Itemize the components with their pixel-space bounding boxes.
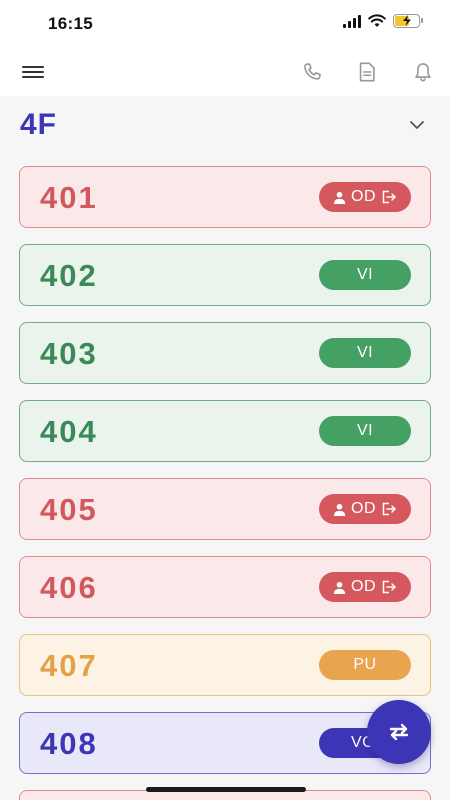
room-number: 406 [40,570,98,605]
room-card[interactable]: 404 VI [19,400,431,462]
status-badge: PU [319,650,411,680]
room-list: 401 OD 402 VI 403 VI 404 VI 405 OD 406 O… [19,166,431,800]
guest-person-icon [333,191,346,204]
room-card[interactable]: 405 OD [19,478,431,540]
room-card[interactable]: 407 PU [19,634,431,696]
guest-person-icon [333,581,346,594]
status-icons [343,14,423,28]
room-number: 407 [40,648,98,683]
status-code: VI [356,266,374,283]
floor-header[interactable]: 4F [0,98,450,154]
room-number: 408 [40,726,98,761]
top-app-bar [0,48,450,96]
status-badge: OD [319,572,411,602]
chevron-down-icon[interactable] [406,114,428,136]
document-icon[interactable] [353,58,381,86]
status-badge: VI [319,260,411,290]
room-card[interactable]: 406 OD [19,556,431,618]
status-code: VI [356,422,374,439]
floor-title: 4F [20,108,58,141]
room-number: 401 [40,180,98,215]
battery-icon [393,14,423,28]
swap-fab-button[interactable] [367,700,431,764]
status-badge: VI [319,416,411,446]
status-code: OD [351,578,376,595]
status-code: OD [351,500,376,517]
room-card[interactable]: 401 OD [19,166,431,228]
room-card[interactable]: 402 VI [19,244,431,306]
status-bar: 16:15 [0,0,450,48]
cellular-signal-icon [343,14,361,28]
room-card[interactable]: 403 VI [19,322,431,384]
hamburger-menu-icon[interactable] [19,58,47,86]
status-code: PU [353,656,377,673]
status-badge: OD [319,494,411,524]
checkout-exit-icon [382,502,396,516]
room-number: 404 [40,414,98,449]
status-badge: OD [319,182,411,212]
guest-person-icon [333,503,346,516]
status-badge: VI [319,338,411,368]
status-time: 16:15 [48,14,93,33]
room-number: 402 [40,258,98,293]
wifi-icon [368,14,386,27]
checkout-exit-icon [382,190,396,204]
status-code: OD [351,188,376,205]
room-number: 405 [40,492,98,527]
checkout-exit-icon [382,580,396,594]
room-number: 403 [40,336,98,371]
status-code: VI [356,344,374,361]
bell-icon[interactable] [409,58,437,86]
phone-icon[interactable] [298,58,326,86]
home-indicator [146,787,306,792]
swap-arrows-icon [389,723,409,741]
